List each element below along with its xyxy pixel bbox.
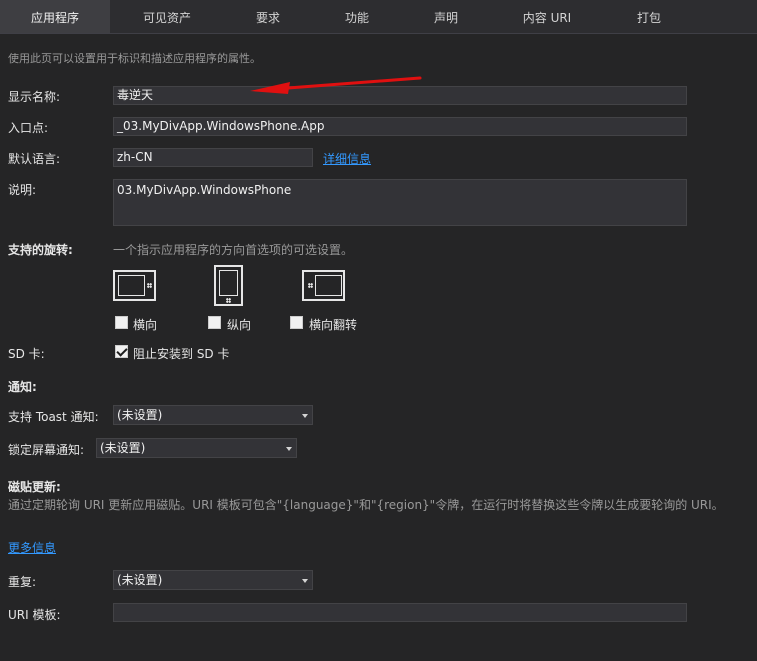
sd-card-option-label: 阻止安装到 SD 卡 xyxy=(133,347,230,361)
landscape-flipped-checkbox[interactable] xyxy=(290,316,303,329)
recurrence-select[interactable]: (未设置) xyxy=(113,570,313,590)
default-language-label: 默认语言: xyxy=(8,152,61,166)
toast-select-value: (未设置) xyxy=(117,408,163,422)
uri-template-input[interactable] xyxy=(113,603,687,622)
app-description-label: 说明: xyxy=(8,183,37,197)
lock-screen-select-value: (未设置) xyxy=(100,441,146,455)
tab-declarations[interactable]: 声明 xyxy=(402,0,490,33)
rotation-label: 支持的旋转: xyxy=(8,243,73,257)
landscape-flipped-label: 横向翻转 xyxy=(309,318,358,332)
tab-bar: 应用程序 可见资产 要求 功能 声明 内容 URI 打包 xyxy=(0,0,757,34)
landscape-label: 横向 xyxy=(133,318,158,332)
uri-template-label: URI 模板: xyxy=(8,608,61,622)
sd-card-label: SD 卡: xyxy=(8,347,45,361)
recurrence-label: 重复: xyxy=(8,575,37,589)
tab-visual-assets[interactable]: 可见资产 xyxy=(110,0,224,33)
chevron-down-icon xyxy=(286,447,292,451)
tab-application[interactable]: 应用程序 xyxy=(0,0,110,33)
language-details-link[interactable]: 详细信息 xyxy=(323,150,371,167)
annotation-arrow-icon xyxy=(250,76,422,94)
tab-capabilities[interactable]: 功能 xyxy=(312,0,402,33)
page-description: 使用此页可以设置用于标识和描述应用程序的属性。 xyxy=(8,52,261,65)
toast-select[interactable]: (未设置) xyxy=(113,405,313,425)
check-icon xyxy=(116,345,128,357)
app-description-input[interactable]: 03.MyDivApp.WindowsPhone xyxy=(113,179,687,226)
portrait-label: 纵向 xyxy=(227,318,252,332)
lock-screen-label: 锁定屏幕通知: xyxy=(8,443,85,457)
sd-card-checkbox[interactable] xyxy=(115,345,128,358)
tab-requirements[interactable]: 要求 xyxy=(224,0,312,33)
tab-packaging[interactable]: 打包 xyxy=(604,0,694,33)
default-language-input[interactable]: zh-CN xyxy=(113,148,313,167)
tile-update-heading: 磁贴更新: xyxy=(8,480,61,494)
chevron-down-icon xyxy=(302,579,308,583)
toast-label: 支持 Toast 通知: xyxy=(8,410,99,424)
entry-point-label: 入口点: xyxy=(8,121,49,135)
display-name-label: 显示名称: xyxy=(8,90,61,104)
portrait-icon xyxy=(214,265,243,306)
notifications-heading: 通知: xyxy=(8,380,37,394)
landscape-checkbox[interactable] xyxy=(115,316,128,329)
lock-screen-select[interactable]: (未设置) xyxy=(96,438,297,458)
entry-point-input[interactable]: _03.MyDivApp.WindowsPhone.App xyxy=(113,117,687,136)
recurrence-select-value: (未设置) xyxy=(117,573,163,587)
landscape-flipped-icon xyxy=(302,270,345,301)
more-info-link[interactable]: 更多信息 xyxy=(8,539,56,556)
chevron-down-icon xyxy=(302,414,308,418)
rotation-hint: 一个指示应用程序的方向首选项的可选设置。 xyxy=(113,243,354,257)
landscape-icon xyxy=(113,270,156,301)
portrait-checkbox[interactable] xyxy=(208,316,221,329)
tile-update-hint: 通过定期轮询 URI 更新应用磁贴。URI 模板可包含"{language}"和… xyxy=(8,498,724,512)
tab-content-uris[interactable]: 内容 URI xyxy=(490,0,604,33)
